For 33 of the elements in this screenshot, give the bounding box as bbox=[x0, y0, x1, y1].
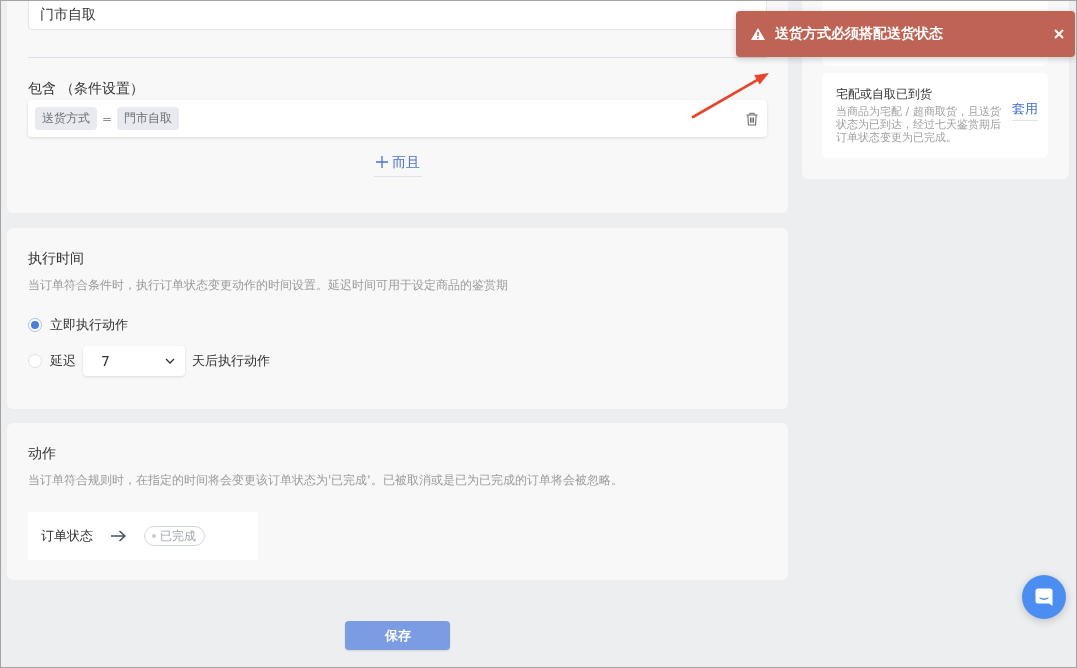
save-button[interactable]: 保存 bbox=[345, 621, 450, 650]
radio-button[interactable] bbox=[28, 318, 42, 332]
input-field[interactable]: 门市自取 bbox=[28, 1, 767, 30]
section-description: 当订单符合条件时，执行订单状态变更动作的时间设置。延迟时间可用于设定商品的鉴赏期 bbox=[28, 277, 509, 294]
toast-message: 送货方式必须搭配送货状态 bbox=[775, 25, 943, 43]
warning-icon bbox=[751, 28, 765, 40]
radio-button[interactable] bbox=[28, 354, 42, 368]
trash-icon[interactable] bbox=[746, 111, 758, 126]
condition-operator: = bbox=[102, 111, 113, 126]
condition-field-tag: 送货方式 bbox=[35, 107, 97, 130]
arrow-right-icon bbox=[111, 530, 126, 542]
close-button[interactable] bbox=[1052, 27, 1066, 41]
section-title: 执行时间 bbox=[28, 249, 85, 268]
delay-suffix: 天后执行动作 bbox=[192, 352, 270, 370]
status-text: 已完成 bbox=[160, 527, 196, 545]
close-icon bbox=[1054, 29, 1064, 39]
chat-button[interactable] bbox=[1022, 575, 1066, 619]
section-description: 当订单符合规则时，在指定的时间将会变更该订单状态为'已完成'。已被取消或是已为已完成的订单将会被忽略。 bbox=[28, 472, 624, 489]
status-dot-icon bbox=[152, 534, 156, 538]
template-title: 宅配或自取已到货 bbox=[836, 86, 933, 102]
section-title: 动作 bbox=[28, 444, 57, 463]
chat-icon bbox=[1034, 587, 1054, 607]
template-description: 当商品为宅配 / 超商取货，且送货状态为已到达，经过七天鉴赏期后订单状态变更为已完成。 bbox=[836, 105, 1002, 144]
radio-label: 延迟 bbox=[50, 352, 76, 370]
plus-icon bbox=[375, 156, 388, 168]
chevron-down-icon bbox=[165, 358, 175, 364]
add-and-button[interactable]: 而且 bbox=[373, 152, 422, 177]
rule-label: 订单状态 bbox=[41, 527, 93, 545]
condition-value-tag: 門市自取 bbox=[117, 107, 180, 130]
radio-label: 立即执行动作 bbox=[50, 316, 128, 334]
apply-link[interactable]: 套用 bbox=[1012, 99, 1038, 121]
section-label: 包含 （条件设置） bbox=[28, 79, 146, 98]
delay-select[interactable]: 7 bbox=[83, 346, 185, 376]
